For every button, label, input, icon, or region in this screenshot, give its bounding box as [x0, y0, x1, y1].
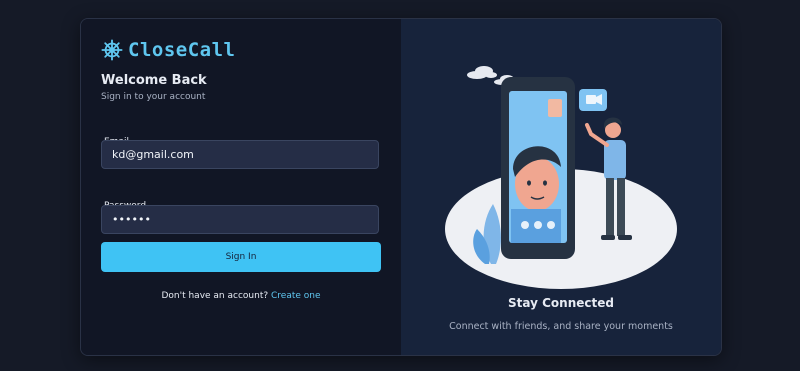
welcome-subtitle: Sign in to your account — [101, 92, 206, 102]
promo-description: Connect with friends, and share your mom… — [449, 321, 673, 332]
brand-name: CloseCall — [128, 39, 236, 61]
promo-title: Stay Connected — [508, 296, 614, 310]
login-card: CloseCall Welcome Back Sign in to your a… — [80, 18, 722, 356]
password-field[interactable] — [101, 205, 379, 234]
video-call-illustration — [445, 66, 677, 289]
create-account-link[interactable]: Create one — [271, 291, 321, 301]
sign-in-button[interactable]: Sign In — [101, 242, 381, 272]
phone-icon — [501, 77, 575, 259]
email-field[interactable] — [101, 140, 379, 169]
promo-panel: Stay Connected Connect with friends, and… — [401, 19, 721, 355]
login-panel: CloseCall Welcome Back Sign in to your a… — [81, 19, 401, 355]
signup-prompt: Don't have an account? Create one — [81, 291, 401, 301]
welcome-heading: Welcome Back — [101, 73, 207, 88]
ship-wheel-icon — [101, 39, 123, 61]
brand-logo: CloseCall — [101, 39, 235, 61]
signup-prompt-text: Don't have an account? — [161, 291, 269, 301]
video-camera-icon — [579, 89, 607, 111]
